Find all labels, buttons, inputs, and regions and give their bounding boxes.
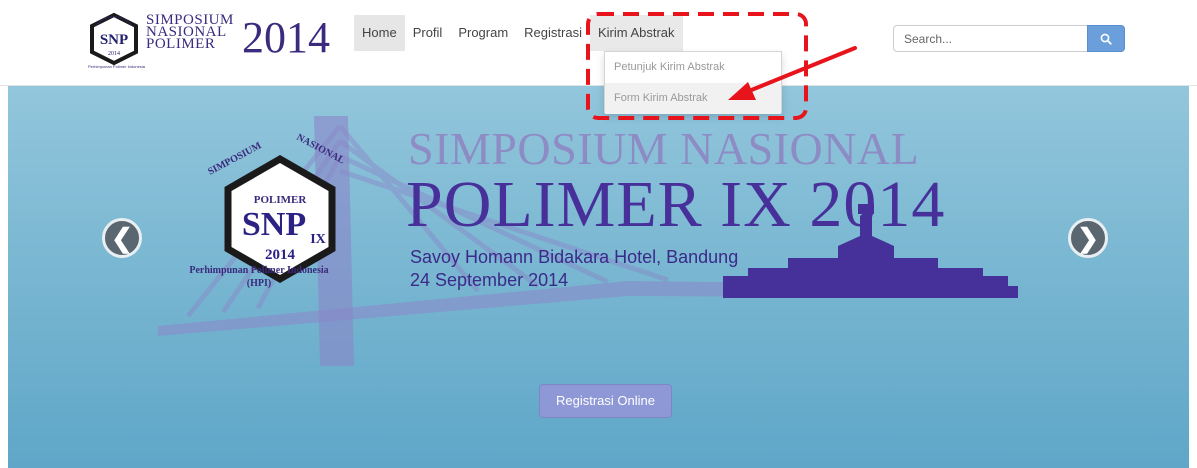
hero-title-line1: SIMPOSIUM NASIONAL bbox=[408, 123, 920, 174]
search-icon bbox=[1100, 33, 1112, 45]
brand-logo-year: 2014 bbox=[108, 51, 120, 57]
nav-home[interactable]: Home bbox=[354, 15, 405, 51]
nav-kirim-abstrak[interactable]: Kirim Abstrak bbox=[589, 15, 683, 51]
chevron-left-icon: ❮ bbox=[111, 223, 133, 253]
carousel-prev-button[interactable]: ❮ bbox=[102, 218, 142, 258]
hero-venue: Savoy Homann Bidakara Hotel, Bandung bbox=[410, 247, 739, 267]
brand-logo-abbr: SNP bbox=[100, 32, 128, 48]
search-form bbox=[893, 25, 1125, 52]
page: SNP 2014 SIMPOSIUM NASIONAL POLIMER 2014… bbox=[0, 0, 1197, 468]
brand-caption: Perhimpunan Polimer Indonesia bbox=[88, 64, 145, 69]
hero-carousel: POLIMER SNP IX 2014 SIMPOSIUM NASIONAL P… bbox=[8, 86, 1189, 468]
logo-year-label: 2014 bbox=[265, 247, 296, 263]
hero-date: 24 September 2014 bbox=[410, 270, 569, 290]
logo-org-name: Perhimpunan Polimer Indonesia bbox=[189, 265, 329, 276]
hero-title-line2: POLIMER IX 2014 bbox=[406, 168, 946, 241]
top-navbar: SNP 2014 SIMPOSIUM NASIONAL POLIMER 2014… bbox=[0, 0, 1197, 86]
logo-polimer-label: POLIMER bbox=[254, 194, 308, 206]
logo-org-abbr: (HPI) bbox=[246, 278, 272, 289]
dropdown-item-form[interactable]: Form Kirim Abstrak bbox=[605, 83, 781, 114]
search-input[interactable] bbox=[893, 25, 1087, 52]
chevron-right-icon: ❯ bbox=[1077, 223, 1099, 253]
carousel-next-button[interactable]: ❯ bbox=[1068, 218, 1108, 258]
nav-program[interactable]: Program bbox=[450, 15, 516, 51]
logo-roman-label: IX bbox=[310, 232, 326, 247]
search-button[interactable] bbox=[1087, 25, 1125, 52]
registrasi-online-button[interactable]: Registrasi Online bbox=[539, 384, 672, 418]
kirim-abstrak-dropdown: Petunjuk Kirim Abstrak Form Kirim Abstra… bbox=[604, 51, 782, 114]
snp-ix-hexagon-logo-icon: POLIMER SNP IX 2014 SIMPOSIUM NASIONAL bbox=[206, 132, 347, 284]
brand-year: 2014 bbox=[242, 13, 330, 62]
logo-organization: Perhimpunan Polimer Indonesia (HPI) bbox=[169, 264, 349, 290]
logo-arc-nasional: NASIONAL bbox=[295, 132, 347, 167]
dropdown-item-petunjuk[interactable]: Petunjuk Kirim Abstrak bbox=[605, 52, 781, 83]
nav-profil[interactable]: Profil bbox=[405, 15, 451, 51]
nav-registrasi[interactable]: Registrasi bbox=[516, 15, 590, 51]
brand-logo[interactable]: SNP 2014 SIMPOSIUM NASIONAL POLIMER 2014… bbox=[88, 10, 338, 72]
logo-snp-label: SNP bbox=[242, 206, 306, 243]
main-nav: Home Profil Program Registrasi Kirim Abs… bbox=[354, 15, 683, 51]
brand-wordmark: SIMPOSIUM NASIONAL POLIMER bbox=[146, 13, 234, 52]
snp-hexagon-logo-icon: SNP 2014 bbox=[90, 12, 138, 66]
